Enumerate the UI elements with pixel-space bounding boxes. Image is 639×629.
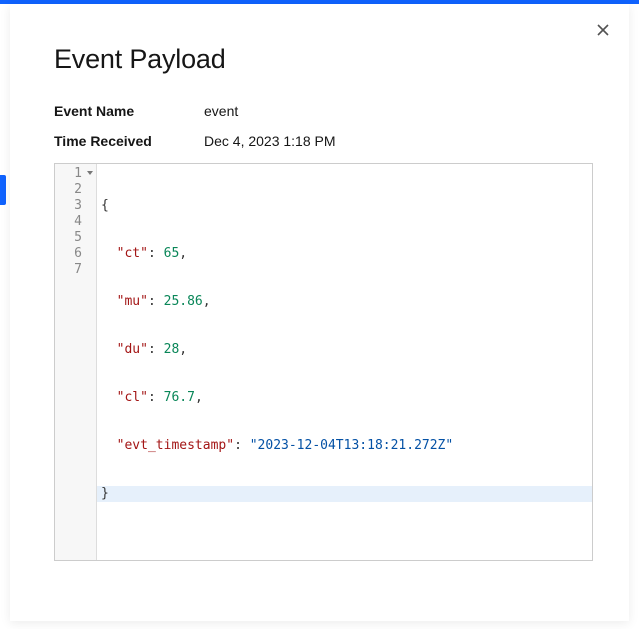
modal-title: Event Payload bbox=[54, 44, 593, 75]
time-received-label: Time Received bbox=[54, 133, 204, 149]
code-line: "cl": 76.7, bbox=[101, 390, 588, 406]
code-line: { bbox=[101, 198, 588, 214]
json-code-editor[interactable]: 1 2 3 4 5 6 7 { "ct": 65, "mu": 25.86, "… bbox=[54, 163, 593, 561]
line-number-gutter: 1 2 3 4 5 6 7 bbox=[55, 164, 97, 560]
time-received-value: Dec 4, 2023 1:18 PM bbox=[204, 133, 336, 149]
line-number: 4 bbox=[55, 214, 96, 230]
code-line: "evt_timestamp": "2023-12-04T13:18:21.27… bbox=[101, 438, 588, 454]
code-line: "du": 28, bbox=[101, 342, 588, 358]
code-content: { "ct": 65, "mu": 25.86, "du": 28, "cl":… bbox=[97, 164, 592, 560]
event-name-value: event bbox=[204, 103, 238, 119]
event-payload-modal: Event Payload Event Name event Time Rece… bbox=[10, 4, 629, 621]
line-number: 6 bbox=[55, 246, 96, 262]
field-time-received: Time Received Dec 4, 2023 1:18 PM bbox=[54, 133, 593, 149]
line-number: 7 bbox=[55, 262, 96, 278]
code-line: "mu": 25.86, bbox=[101, 294, 588, 310]
line-number: 1 bbox=[55, 166, 96, 182]
field-event-name: Event Name event bbox=[54, 103, 593, 119]
line-number: 5 bbox=[55, 230, 96, 246]
code-line: "ct": 65, bbox=[101, 246, 588, 262]
left-edge-accent bbox=[0, 175, 6, 205]
event-name-label: Event Name bbox=[54, 103, 204, 119]
close-button[interactable] bbox=[591, 18, 615, 42]
line-number: 2 bbox=[55, 182, 96, 198]
code-line: } bbox=[97, 486, 592, 502]
line-number: 3 bbox=[55, 198, 96, 214]
close-icon bbox=[597, 24, 609, 36]
